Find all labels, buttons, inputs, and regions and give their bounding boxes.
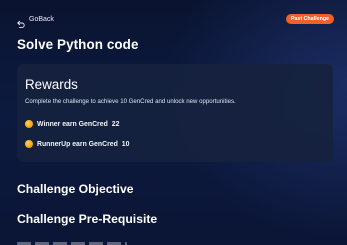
reward-label: RunnerUp earn GenCred	[37, 140, 118, 148]
reward-item-winner: Winner earn GenCred 22	[25, 120, 119, 128]
reward-item-runnerup: RunnerUp earn GenCred 10	[25, 140, 129, 148]
top-bar: GoBack Past Challenge	[17, 14, 334, 28]
reward-value: 10	[121, 140, 130, 148]
reward-value: 22	[111, 120, 120, 128]
past-challenge-badge: Past Challenge	[286, 14, 334, 24]
undo-arrow-icon	[17, 15, 25, 28]
page-title: Solve Python code	[17, 37, 139, 52]
rewards-description: Complete the challenge to achieve 10 Gen…	[25, 98, 236, 105]
rewards-card: Rewards Complete the challenge to achiev…	[17, 64, 333, 162]
coin-icon	[25, 140, 33, 148]
rewards-title: Rewards	[25, 77, 78, 92]
cut-off-next-section	[17, 238, 127, 245]
go-back-button[interactable]: GoBack	[17, 15, 54, 28]
section-heading-challenge-objective: Challenge Objective	[17, 182, 134, 196]
coin-icon	[25, 120, 33, 128]
go-back-label: GoBack	[29, 15, 54, 23]
reward-label: Winner earn GenCred	[37, 120, 108, 128]
section-heading-challenge-prerequisite: Challenge Pre-Requisite	[17, 212, 158, 226]
